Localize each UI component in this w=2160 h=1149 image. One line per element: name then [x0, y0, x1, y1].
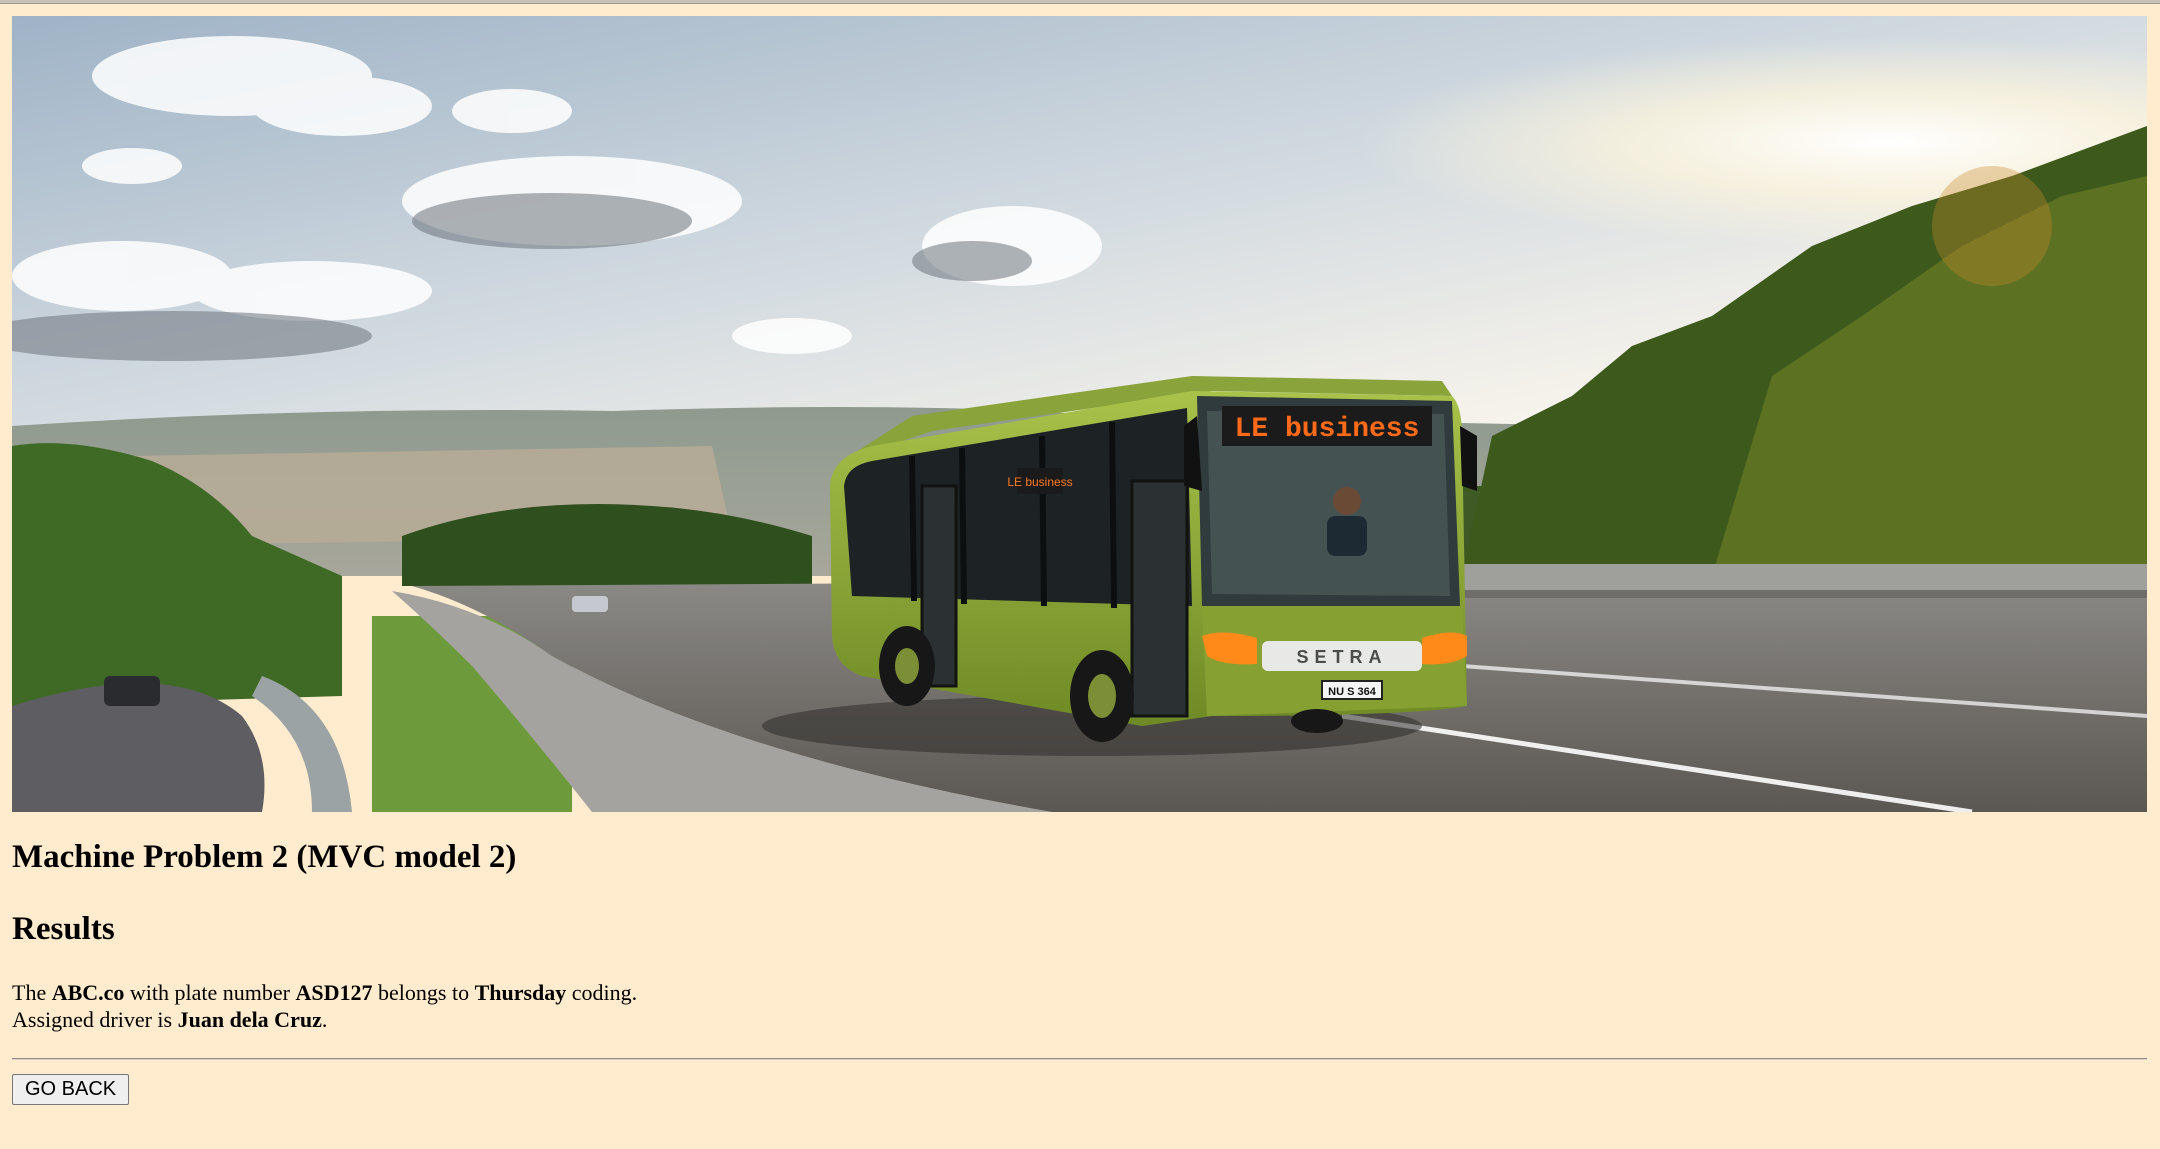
- company-name: ABC.co: [51, 980, 125, 1006]
- driver-name: Juan dela Cruz: [177, 1007, 322, 1033]
- coding-day: Thursday: [474, 980, 567, 1006]
- text-coding: coding.: [566, 980, 638, 1006]
- go-back-button[interactable]: GO BACK: [12, 1074, 130, 1106]
- bus-brand-text: SETRA: [1296, 647, 1387, 667]
- result-line-2: Assigned driver is Juan dela Cruz.: [12, 1007, 327, 1032]
- result-text: The ABC.co with plate number ASD127 belo…: [12, 979, 2147, 1033]
- text-with-plate: with plate number: [124, 980, 296, 1006]
- text-the: The: [12, 980, 52, 1006]
- page-content: LE business LE business SETRA NU S 364 M…: [12, 16, 2147, 1106]
- text-assigned-driver: Assigned driver is: [12, 1007, 178, 1033]
- result-line-1: The ABC.co with plate number ASD127 belo…: [12, 980, 637, 1005]
- text-period: .: [321, 1007, 328, 1033]
- front-destination-sign: LE business: [1235, 414, 1420, 445]
- divider: [12, 1058, 2147, 1061]
- bus-plate-text: NU S 364: [1328, 686, 1377, 698]
- text-belongs-to: belongs to: [372, 980, 475, 1006]
- bus-banner-image: LE business LE business SETRA NU S 364: [12, 16, 2147, 812]
- results-heading: Results: [12, 910, 115, 947]
- bus-graphic: LE business LE business SETRA NU S 364: [830, 376, 1477, 742]
- side-destination-sign: LE business: [1007, 475, 1072, 489]
- browser-top-edge: [0, 0, 2160, 4]
- page-title: Machine Problem 2 (MVC model 2): [12, 839, 517, 875]
- plate-number: ASD127: [295, 980, 373, 1006]
